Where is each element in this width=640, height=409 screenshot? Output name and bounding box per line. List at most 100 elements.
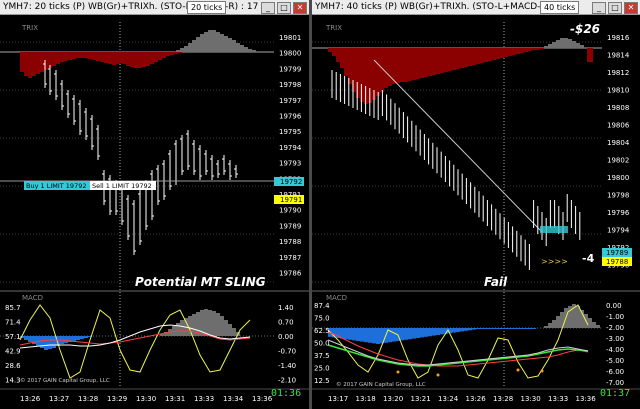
trix-histogram-bar <box>84 52 88 58</box>
trix-histogram-bar <box>587 48 593 62</box>
macd-histogram-bar <box>52 336 56 348</box>
macd-histogram-bar <box>416 328 420 338</box>
macd-histogram-bar <box>424 328 428 337</box>
trix-histogram-bar <box>40 52 44 72</box>
macd-histogram-bar <box>484 328 488 329</box>
stochastic-tick-label: 12.5 <box>314 377 330 385</box>
trix-histogram-bar <box>154 52 158 62</box>
macd-histogram-bar <box>192 314 196 336</box>
macd-tick-label: -5.00 <box>606 357 624 365</box>
trix-histogram-bar <box>512 48 516 55</box>
price-tick-label: 19786 <box>279 270 302 278</box>
trix-histogram-bar <box>524 48 528 52</box>
trix-histogram-bar <box>158 52 162 60</box>
macd-histogram-bar <box>352 328 356 341</box>
trix-histogram-bar <box>536 48 540 50</box>
macd-histogram-bar <box>476 328 480 329</box>
macd-histogram-bar <box>432 328 436 336</box>
trix-histogram-bar <box>216 32 220 52</box>
macd-histogram-bar <box>596 325 600 328</box>
price-tick-label: 19787 <box>279 254 301 262</box>
macd-histogram-bar <box>468 328 472 331</box>
macd-histogram-bar <box>520 328 524 329</box>
macd-histogram-bar <box>176 323 180 336</box>
macd-histogram-bar <box>48 336 52 349</box>
chart-window-right[interactable]: YMH7: 40 ticks (P) WB(Gr)+TRIXh. (STO-L+… <box>312 0 640 409</box>
trix-histogram-bar <box>412 48 416 80</box>
entry-box <box>540 226 568 233</box>
trix-histogram-bar <box>328 48 332 52</box>
time-tick-label: 13:36 <box>252 395 273 403</box>
macd-histogram-bar <box>364 328 368 343</box>
trix-histogram-bar <box>166 52 170 56</box>
time-tick-label: 13:30 <box>521 395 541 403</box>
trix-histogram-bar <box>464 48 468 67</box>
trix-histogram-bar <box>440 48 444 73</box>
macd-tick-label: -2.00 <box>606 324 624 332</box>
macd-histogram-bar <box>360 328 364 342</box>
trix-histogram-bar <box>248 49 252 52</box>
trix-histogram-bar <box>122 52 126 64</box>
trix-histogram-bar <box>114 52 118 60</box>
trix-histogram-bar <box>544 46 548 48</box>
price-tick-label: 19816 <box>607 34 630 42</box>
trix-histogram-bar <box>240 45 244 52</box>
trix-histogram-bar <box>400 48 404 82</box>
trix-histogram-bar <box>516 48 520 54</box>
macd-histogram-bar <box>392 328 396 342</box>
macd-histogram-bar <box>460 328 464 332</box>
macd-histogram-bar <box>84 336 88 338</box>
macd-histogram-bar <box>516 328 520 329</box>
trix-histogram-bar <box>204 32 208 52</box>
trix-histogram-bar <box>564 38 568 48</box>
trix-histogram-bar <box>424 48 428 77</box>
annotation-text: Fail <box>484 275 508 289</box>
stochastic-marker <box>436 373 440 377</box>
macd-histogram-bar <box>512 328 516 329</box>
macd-tick-label: 0.00 <box>278 333 294 341</box>
trix-histogram-bar <box>64 52 68 61</box>
price-tick-label: 19795 <box>279 128 301 136</box>
trix-histogram-bar <box>568 39 572 48</box>
macd-histogram-bar <box>28 336 32 342</box>
price-chart-left[interactable]: TRIX 19801 19800 19799 19798 19797 19796 19795 1… <box>0 0 309 409</box>
pnl-text: -$26 <box>570 22 601 36</box>
chart-window-left[interactable]: YMH7: 20 ticks (P) WB(Gr)+TRIXh. (STO-L+… <box>0 0 309 409</box>
trix-histogram-bar <box>36 52 40 74</box>
trix-histogram-bar <box>32 52 36 76</box>
trix-histogram-bar <box>492 48 496 60</box>
trix-histogram-bar <box>96 52 100 61</box>
macd-histogram-bar <box>488 328 492 329</box>
trix-histogram-bar <box>420 48 424 78</box>
time-tick-label: 13:28 <box>493 395 513 403</box>
trix-histogram-bar <box>560 38 564 48</box>
macd-histogram-bar <box>472 328 476 330</box>
trix-histogram-bar <box>178 52 182 53</box>
stochastic-tick-label: 75.0 <box>314 315 330 323</box>
price-tick-label: 19804 <box>607 139 630 147</box>
macd-tick-label: -7.00 <box>606 379 624 387</box>
time-tick-label: 13:17 <box>328 395 348 403</box>
price-tick-label: 19806 <box>607 122 630 130</box>
trix-histogram-bar <box>208 30 212 52</box>
price-tick-label: 19788 <box>279 238 301 246</box>
macd-histogram-bar <box>528 328 532 329</box>
trix-histogram-bar <box>344 48 348 76</box>
macd-histogram-bar <box>548 323 552 328</box>
bar-timer: 01:37 <box>600 388 631 399</box>
trix-histogram-bar <box>552 42 556 48</box>
price-chart-right[interactable]: TRIX 19816 19814 19812 19810 19808 19806 19804 1… <box>312 0 640 409</box>
price-tick-label: 19801 <box>279 34 301 42</box>
macd-histogram-bar <box>220 316 224 336</box>
price-tick-label: 19799 <box>279 65 301 73</box>
stochastic-tick-label: 25.0 <box>314 365 330 373</box>
trix-histogram-bar <box>448 48 452 71</box>
trix-histogram-bar <box>170 52 174 55</box>
macd-histogram-bar <box>492 328 496 329</box>
macd-histogram-bar <box>588 318 592 328</box>
trix-histogram-bar <box>60 52 64 62</box>
time-tick-label: 13:34 <box>223 395 244 403</box>
macd-tick-label: -1.40 <box>278 362 296 370</box>
macd-tick-label: 0.00 <box>606 302 622 310</box>
macd-histogram-bar <box>72 336 76 341</box>
